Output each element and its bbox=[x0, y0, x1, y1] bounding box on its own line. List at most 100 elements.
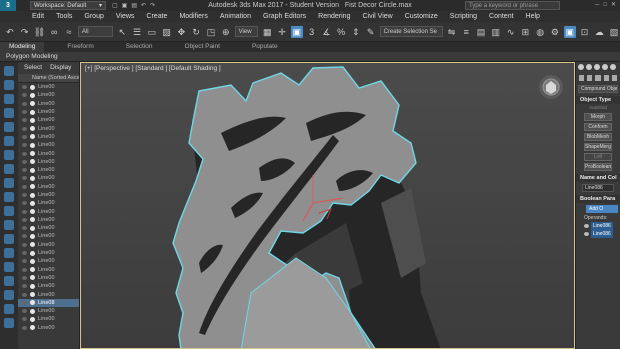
tab-object-paint[interactable]: Object Paint bbox=[176, 42, 229, 52]
list-item[interactable]: Line00 bbox=[18, 257, 79, 265]
list-item[interactable]: Line00 bbox=[18, 149, 79, 157]
create-tab-icon[interactable] bbox=[578, 64, 584, 70]
menu-views[interactable]: Views bbox=[110, 13, 141, 20]
eye-icon[interactable] bbox=[22, 134, 27, 139]
cameras-filter-icon[interactable] bbox=[4, 164, 14, 174]
placement-icon[interactable]: ⊕ bbox=[220, 26, 232, 38]
menu-rendering[interactable]: Rendering bbox=[312, 13, 356, 20]
tab-selection[interactable]: Selection bbox=[117, 42, 162, 52]
eye-icon[interactable] bbox=[22, 242, 27, 247]
minimize-icon[interactable]: ─ bbox=[595, 0, 599, 11]
align-icon[interactable]: ≡ bbox=[460, 26, 472, 38]
list-item[interactable]: Line00 bbox=[18, 124, 79, 132]
shapes-filter-icon[interactable] bbox=[4, 136, 14, 146]
eye-icon[interactable] bbox=[22, 325, 27, 330]
menu-group[interactable]: Group bbox=[78, 13, 109, 20]
list-item[interactable]: Line00 bbox=[18, 183, 79, 191]
menu-content[interactable]: Content bbox=[483, 13, 520, 20]
eye-icon[interactable] bbox=[22, 217, 27, 222]
menu-display[interactable]: Display bbox=[50, 62, 71, 74]
proboolean-button[interactable]: ProBoolean bbox=[584, 163, 612, 171]
new-file-icon[interactable]: ▢ bbox=[112, 2, 118, 9]
rectangular-selection-icon[interactable]: ▭ bbox=[146, 26, 158, 38]
shapemerge-button[interactable]: ShapeMerge bbox=[584, 143, 612, 151]
list-item[interactable]: Line00 bbox=[18, 282, 79, 290]
eye-icon[interactable] bbox=[22, 101, 27, 106]
frozen-filter-icon[interactable] bbox=[4, 262, 14, 272]
list-item[interactable]: Line00 bbox=[18, 100, 79, 108]
menu-help[interactable]: Help bbox=[520, 13, 546, 20]
eye-icon[interactable] bbox=[22, 209, 27, 214]
invert-display-icon[interactable] bbox=[4, 108, 14, 118]
select-icon[interactable] bbox=[4, 66, 14, 76]
list-item[interactable]: Line00 bbox=[18, 108, 79, 116]
list-item[interactable]: Line00 bbox=[18, 166, 79, 174]
object-name-field[interactable]: Line086 bbox=[582, 184, 614, 192]
menu-animation[interactable]: Animation bbox=[214, 13, 257, 20]
close-icon[interactable]: ✕ bbox=[611, 0, 616, 11]
list-item[interactable]: Line00 bbox=[18, 174, 79, 182]
list-item[interactable]: Line00 bbox=[18, 232, 79, 240]
eye-icon[interactable] bbox=[22, 110, 27, 115]
blobmesh-button[interactable]: BlobMesh bbox=[584, 133, 612, 141]
perspective-viewport[interactable]: [+] [Perspective ] [Standard ] [Default … bbox=[80, 62, 575, 349]
search-input[interactable]: Type a keyword or phrase bbox=[465, 1, 560, 10]
app-icon[interactable]: 3 bbox=[0, 0, 16, 11]
eye-icon[interactable] bbox=[22, 259, 27, 264]
tab-modeling[interactable]: Modeling bbox=[0, 42, 45, 52]
lights-filter-icon[interactable] bbox=[4, 150, 14, 160]
object-type-rollout[interactable]: Object Type bbox=[576, 96, 620, 104]
eye-icon[interactable] bbox=[22, 226, 27, 231]
bones-filter-icon[interactable] bbox=[4, 234, 14, 244]
geometry-icon[interactable] bbox=[579, 75, 585, 81]
category-dropdown[interactable]: Compound Objects bbox=[578, 85, 618, 93]
eye-icon[interactable] bbox=[22, 201, 27, 206]
eye-icon[interactable] bbox=[584, 224, 589, 228]
menu-customize[interactable]: Customize bbox=[399, 13, 444, 20]
hierarchy-tab-icon[interactable] bbox=[594, 64, 600, 70]
helpers-icon[interactable] bbox=[611, 75, 618, 81]
selection-set-dropdown[interactable]: Create Selection Se bbox=[379, 26, 443, 37]
eye-icon[interactable] bbox=[22, 193, 27, 197]
mirror-icon[interactable]: ⇋ bbox=[446, 26, 458, 38]
eye-icon[interactable] bbox=[22, 159, 27, 164]
a360-gallery-icon[interactable]: ▧ bbox=[608, 26, 620, 38]
render-in-cloud-icon[interactable]: ☁ bbox=[593, 26, 605, 38]
name-color-rollout[interactable]: Name and Col bbox=[576, 174, 620, 182]
geometry-filter-icon[interactable] bbox=[4, 122, 14, 132]
list-item[interactable]: Line00 bbox=[18, 266, 79, 274]
eye-icon[interactable] bbox=[22, 93, 27, 98]
space-warps-filter-icon[interactable] bbox=[4, 192, 14, 202]
eye-icon[interactable] bbox=[22, 284, 27, 289]
list-item[interactable]: Line00 bbox=[18, 324, 79, 332]
groups-filter-icon[interactable] bbox=[4, 206, 14, 216]
menu-civil-view[interactable]: Civil View bbox=[356, 13, 398, 20]
eye-icon[interactable] bbox=[22, 267, 27, 272]
bind-space-warp-icon[interactable]: ≈ bbox=[63, 26, 75, 38]
tab-populate[interactable]: Populate bbox=[243, 42, 287, 52]
eye-icon[interactable] bbox=[22, 275, 27, 280]
containers-filter-icon[interactable] bbox=[4, 248, 14, 258]
save-icon[interactable]: ▤ bbox=[131, 2, 137, 9]
list-item[interactable]: Line00 bbox=[18, 116, 79, 124]
list-item[interactable]: Line00 bbox=[18, 133, 79, 141]
window-crossing-icon[interactable]: ▨ bbox=[161, 26, 173, 38]
modify-tab-icon[interactable] bbox=[586, 64, 592, 70]
eye-icon[interactable] bbox=[22, 168, 27, 173]
keyboard-shortcut-icon[interactable]: ▣ bbox=[290, 25, 303, 38]
undo-icon[interactable]: ↶ bbox=[4, 26, 16, 38]
eye-icon[interactable] bbox=[22, 143, 27, 148]
display-none-icon[interactable] bbox=[4, 80, 14, 90]
autogrid-checkbox[interactable]: AutoGrid bbox=[576, 104, 620, 111]
all-filters-icon[interactable] bbox=[4, 290, 14, 300]
schematic-view-icon[interactable]: ⊞ bbox=[519, 26, 531, 38]
list-item[interactable]: Line00 bbox=[18, 315, 79, 323]
shapes-icon[interactable] bbox=[587, 75, 593, 81]
select-manipulate-icon[interactable]: ✛ bbox=[276, 26, 288, 38]
scale-icon[interactable]: ◳ bbox=[205, 26, 217, 38]
tab-freeform[interactable]: Freeform bbox=[58, 42, 102, 52]
render-setup-icon[interactable]: ⚙ bbox=[549, 26, 561, 38]
pivot-center-icon[interactable]: ▦ bbox=[261, 26, 273, 38]
percent-snap-icon[interactable]: % bbox=[335, 26, 347, 38]
rotate-icon[interactable]: ↻ bbox=[190, 26, 202, 38]
